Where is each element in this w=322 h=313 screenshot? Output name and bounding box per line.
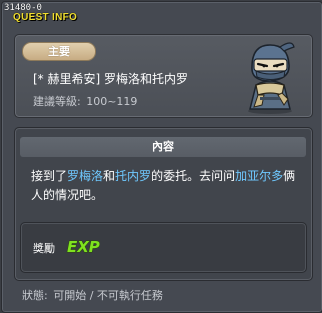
level-label: 建議等級: xyxy=(33,95,81,108)
npc-name-highlight: 罗梅洛 xyxy=(67,169,104,183)
exp-label: EXP xyxy=(67,238,100,256)
recommended-level: 建議等級: 100~119 xyxy=(33,93,139,109)
quest-status: 狀態: 可開始 / 不可執行任務 xyxy=(22,287,165,303)
quest-description: 接到了罗梅洛和托内罗的委托。去问问加亚尔多俩人的情况吧。 xyxy=(31,167,307,205)
level-range: 100~119 xyxy=(86,95,138,108)
exp-reward-icon[interactable]: EXP xyxy=(65,235,105,257)
window-header[interactable]: 31480-0 QUEST INFO xyxy=(2,2,322,26)
content-panel: 內容 接到了罗梅洛和托内罗的委托。去问问加亚尔多俩人的情况吧。 獎勵 EXP xyxy=(14,127,313,281)
quest-summary-card: 主要 [* 赫里希安] 罗梅洛和托内罗 建議等級: 100~119 xyxy=(14,34,313,118)
description-text: 接到了 xyxy=(31,169,68,183)
description-text: 的委托。去问问 xyxy=(151,169,236,183)
status-label: 狀態: xyxy=(22,289,48,302)
content-header: 內容 xyxy=(20,137,306,157)
reward-box: 獎勵 EXP xyxy=(20,222,307,273)
masked-npc-portrait-icon xyxy=(248,42,295,114)
window-title: QUEST INFO xyxy=(13,12,78,23)
quest-type-badge: 主要 xyxy=(22,42,96,61)
status-value: 可開始 / 不可執行任務 xyxy=(53,289,163,302)
quest-info-window: 31480-0 QUEST INFO 主要 [* 赫里希安] 罗梅洛和托内罗 建… xyxy=(1,1,322,313)
reward-label: 獎勵 xyxy=(33,242,55,255)
npc-name-highlight: 加亚尔多 xyxy=(235,169,284,183)
npc-name-highlight: 托内罗 xyxy=(115,169,152,183)
quest-name: [* 赫里希安] 罗梅洛和托内罗 xyxy=(33,72,188,86)
description-text: 和 xyxy=(103,169,116,183)
